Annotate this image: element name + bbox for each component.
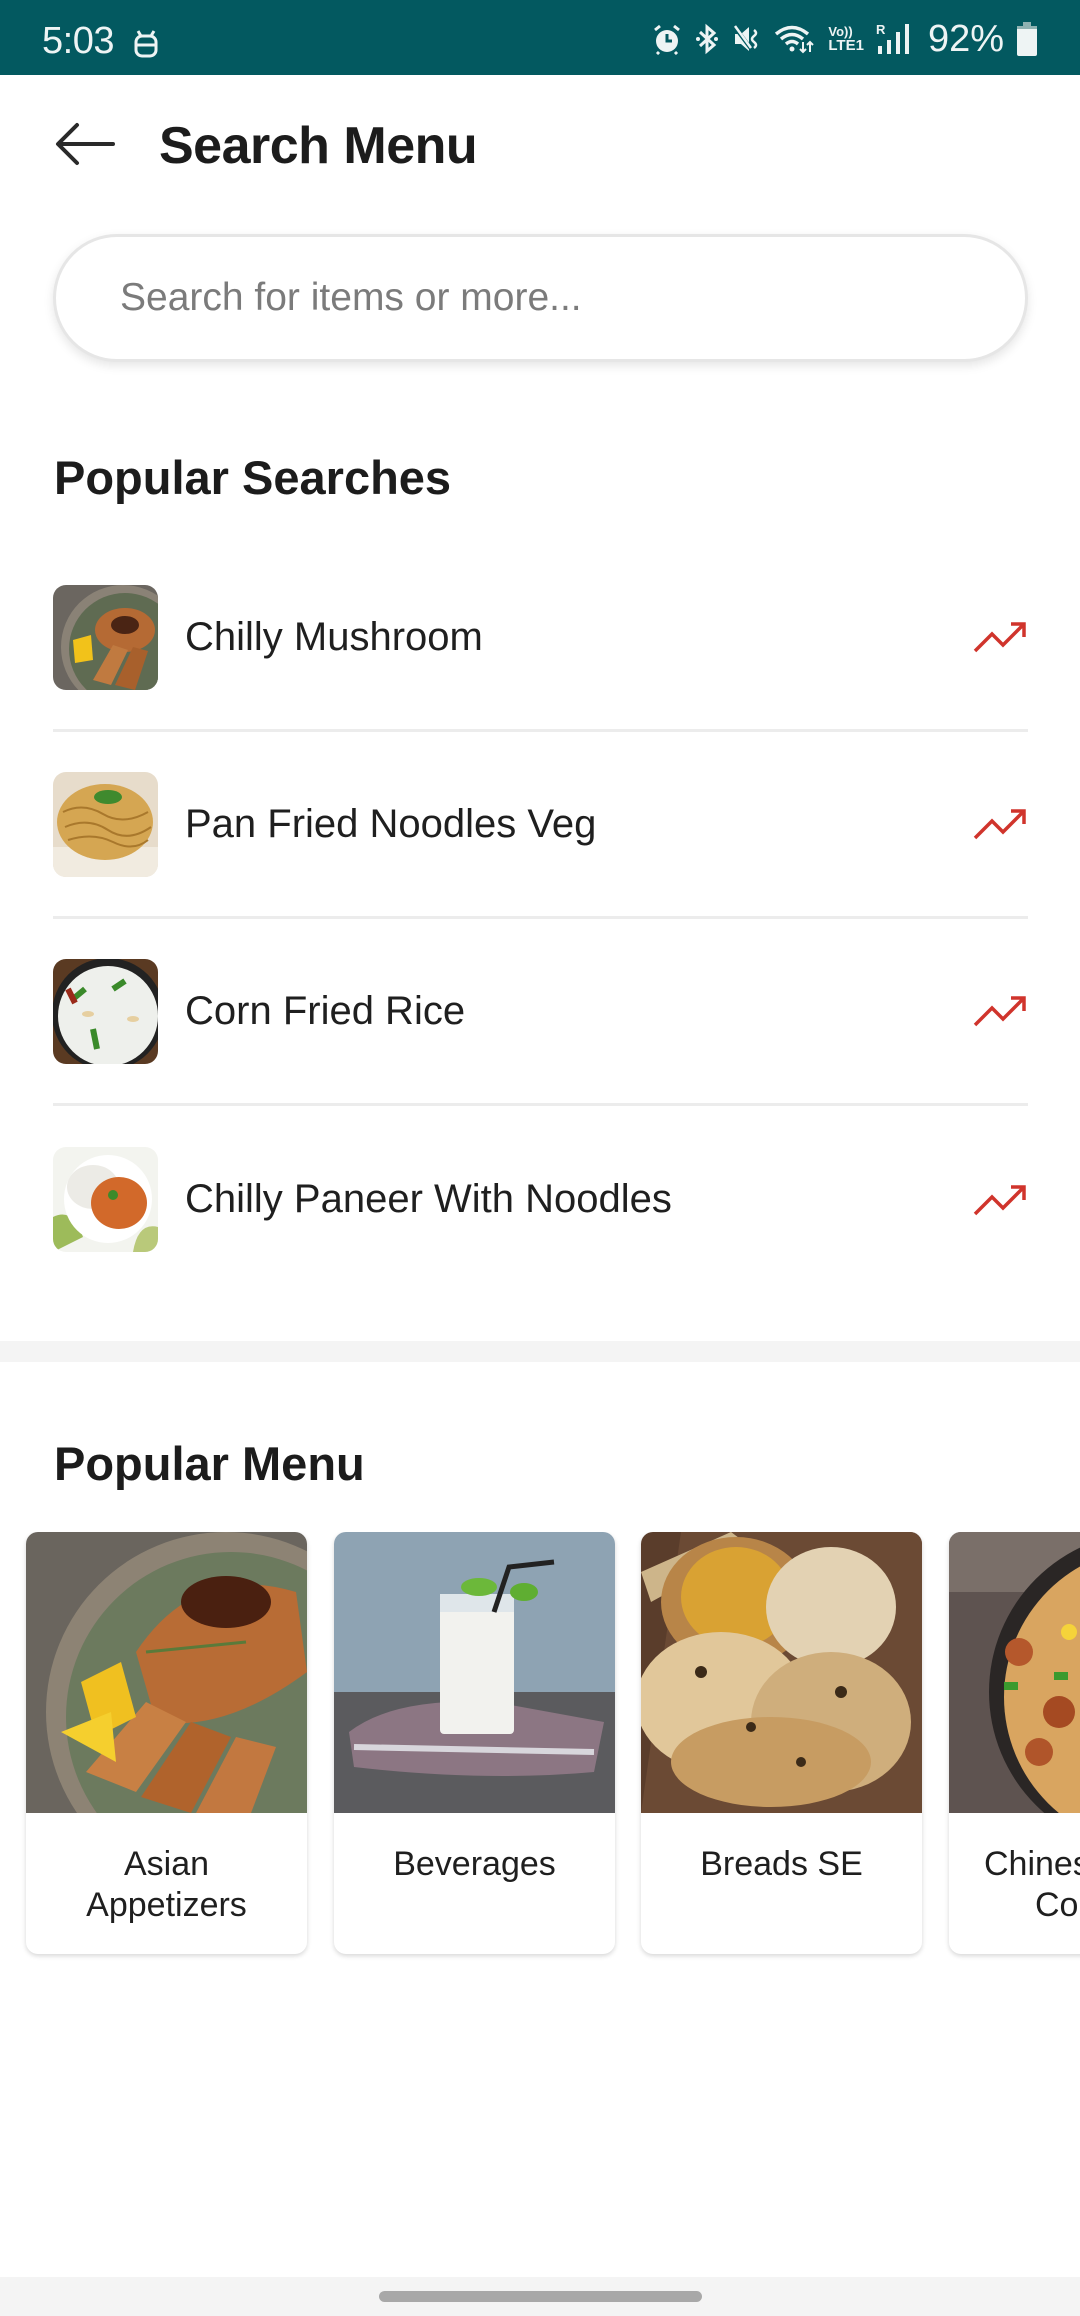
grilled-chicken-bowl-image (26, 1532, 307, 1813)
menu-category-card[interactable]: Beverages (334, 1532, 615, 1954)
category-label: Breads SE (700, 1845, 863, 1883)
battery-icon (1016, 22, 1038, 56)
item-label: Chilly Paneer With Noodles (185, 1177, 672, 1221)
back-button[interactable] (50, 112, 120, 176)
fried-rice-plate-image (53, 958, 158, 1064)
arrow-left-icon (56, 123, 115, 165)
section-divider (0, 1341, 1080, 1362)
grilled-chicken-bowl-image (53, 584, 158, 690)
notification-app-icon (133, 27, 159, 59)
lte-label: LTE1 (828, 37, 864, 54)
item-label: Pan Fried Noodles Veg (185, 801, 597, 846)
bluetooth-icon (694, 23, 720, 55)
curry-rice-bowl-image (53, 1147, 158, 1252)
search-box[interactable] (53, 234, 1028, 362)
mute-icon (732, 23, 762, 55)
alarm-icon (652, 23, 682, 55)
menu-category-card[interactable]: Asian Appetizers (26, 1532, 307, 1954)
signal-icon: R (876, 22, 912, 56)
trending-up-icon (973, 996, 1026, 1027)
home-gesture-handle[interactable] (379, 2291, 702, 2302)
indian-breads-image (641, 1532, 922, 1813)
menu-category-card[interactable]: Breads SE (641, 1532, 922, 1954)
item-thumbnail (53, 771, 158, 877)
category-image (641, 1532, 922, 1813)
popular-search-item[interactable]: Chilly Mushroom (53, 545, 1028, 732)
category-image (26, 1532, 307, 1813)
volte-lte-icon: Vo)) LTE1 (828, 25, 864, 54)
trending-up-icon (973, 622, 1026, 653)
popular-search-item[interactable]: Pan Fried Noodles Veg (53, 732, 1028, 919)
popular-search-item[interactable]: Chilly Paneer With Noodles (53, 1106, 1028, 1293)
roaming-indicator: R (876, 22, 886, 37)
wifi-icon (774, 23, 816, 55)
popular-menu-title: Popular Menu (54, 1437, 365, 1490)
category-image (949, 1532, 1080, 1813)
noodles-bowl-image (53, 771, 158, 877)
item-label: Chilly Mushroom (185, 614, 483, 659)
menu-category-card[interactable]: Chines Co (949, 1532, 1080, 1954)
milk-glass-image (334, 1532, 615, 1813)
category-label: Asian Appetizers (86, 1845, 247, 1924)
status-icons: Vo)) LTE1 R 92% (652, 14, 1038, 64)
popular-searches-list: Chilly Mushroom Pan Fried Noodles Veg Co… (53, 545, 1028, 1293)
status-time: 5:03 (42, 20, 114, 62)
page-title: Search Menu (159, 117, 478, 175)
item-thumbnail (53, 584, 158, 690)
trending-up-icon (973, 809, 1026, 840)
item-label: Corn Fried Rice (185, 988, 466, 1033)
trending-up-icon (973, 1184, 1026, 1215)
fried-rice-bowl-image (949, 1532, 1080, 1813)
item-thumbnail (53, 958, 158, 1064)
popular-searches-title: Popular Searches (54, 451, 452, 504)
system-navigation-bar (0, 2277, 1080, 2316)
popular-search-item[interactable]: Corn Fried Rice (53, 919, 1028, 1106)
category-image (334, 1532, 615, 1813)
status-bar: 5:03 Vo)) LTE1 R 92% (0, 0, 1080, 75)
search-input[interactable] (120, 276, 980, 320)
item-thumbnail (53, 1147, 158, 1252)
category-label: Chines Co (984, 1845, 1080, 1924)
category-label: Beverages (393, 1845, 556, 1883)
popular-menu-carousel[interactable]: Asian Appetizers Beverages Breads SE Chi… (0, 1532, 1080, 1972)
battery-percent: 92% (927, 17, 1004, 60)
